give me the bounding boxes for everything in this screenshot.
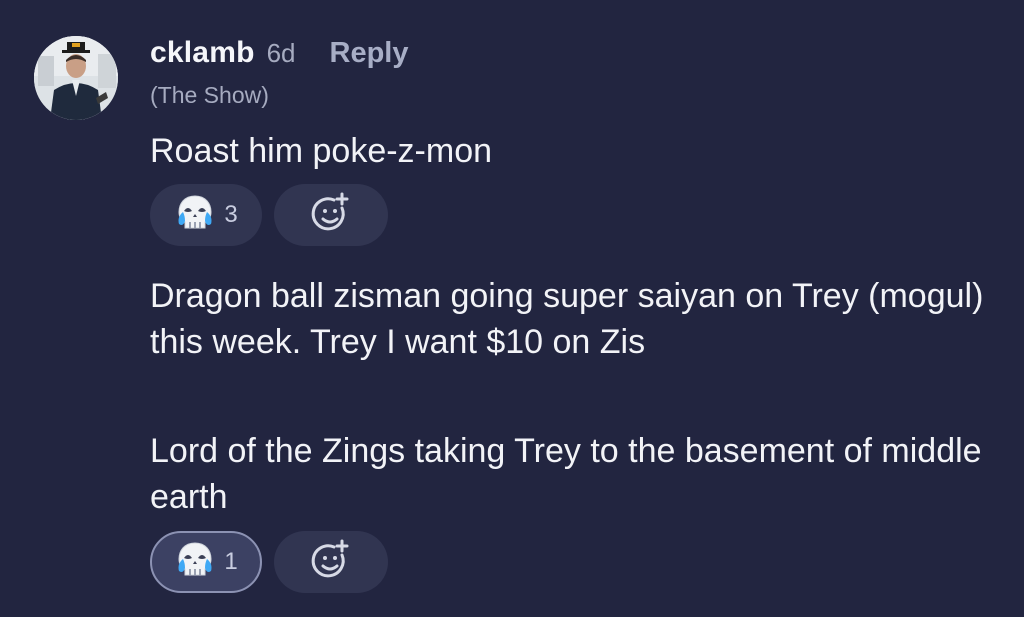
add-reaction-icon <box>309 538 353 587</box>
author-username[interactable]: cklamb <box>150 36 255 70</box>
reply-button[interactable]: Reply <box>330 37 409 70</box>
avatar[interactable] <box>34 36 118 120</box>
comment-header: cklamb 6d Reply <box>150 36 409 80</box>
comment-message-1: Roast him poke-z-mon <box>150 132 493 170</box>
skull-crying-laughing-icon <box>174 540 216 585</box>
user-avatar-image <box>34 36 118 120</box>
author-subtitle: (The Show) <box>150 82 269 108</box>
add-reaction-icon <box>309 191 353 240</box>
comment-timestamp: 6d <box>266 38 296 68</box>
comment-message-2: Dragon ball zisman going super saiyan on… <box>150 277 984 361</box>
add-reaction-button[interactable] <box>274 531 388 593</box>
reaction-count: 3 <box>224 201 238 228</box>
reaction-row-2: 1 <box>150 531 388 593</box>
skull-crying-laughing-icon <box>174 193 216 238</box>
reaction-row-1: 3 <box>150 184 388 246</box>
reaction-skull-button-active[interactable]: 1 <box>150 531 262 593</box>
comment-message-3: Lord of the Zings taking Trey to the bas… <box>150 432 982 516</box>
reaction-skull-button[interactable]: 3 <box>150 184 262 246</box>
reaction-count: 1 <box>224 548 238 575</box>
add-reaction-button[interactable] <box>274 184 388 246</box>
